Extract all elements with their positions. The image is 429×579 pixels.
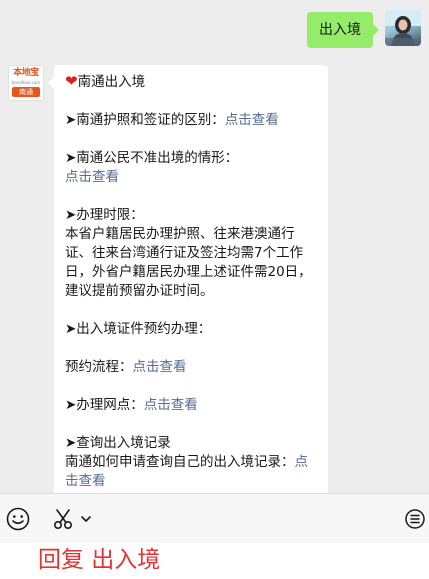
- brand-city: 南通: [12, 87, 40, 97]
- no-exit-item: ➤南通公民不准出境的情形：: [65, 150, 239, 166]
- appointment-item: 预约流程：点击查看: [65, 359, 187, 375]
- no-exit-link[interactable]: 点击查看: [65, 169, 119, 185]
- brand-logo-text: 本地宝: [13, 68, 39, 78]
- appointment-title: ➤出入境证件预约办理：: [65, 321, 212, 337]
- brand-domain: bendibao.com: [11, 80, 41, 85]
- message-title: ❤南通出入境: [65, 72, 146, 90]
- outgoing-bubble[interactable]: 出入境: [307, 12, 379, 48]
- chat-area[interactable]: 出入境 本地宝 bendibao.com 南通 ❤南通出入境 ➤南通护照和签证的…: [0, 0, 429, 493]
- scissors-icon[interactable]: [51, 506, 77, 532]
- user-avatar[interactable]: [385, 10, 421, 46]
- outgoing-message: 出入境: [307, 10, 421, 48]
- emoji-icon[interactable]: [5, 506, 31, 532]
- reply-text: 回复 出入境: [38, 547, 161, 573]
- time-limit-body: 本省户籍居民办理护照、往来港澳通行证、往来台湾通行证及签注均需7个工作日，外省户…: [65, 226, 312, 299]
- record-title: ➤查询出入境记录: [65, 435, 171, 451]
- office-link[interactable]: 点击查看: [144, 397, 198, 413]
- reply-overlay: 回复 出入境: [0, 543, 429, 579]
- office-item: ➤办理网点：点击查看: [65, 397, 198, 413]
- passport-visa-item: ➤南通护照和签证的区别：点击查看: [65, 112, 279, 128]
- chevron-down-icon[interactable]: [78, 506, 94, 532]
- time-limit-title: ➤办理时限：: [65, 207, 144, 223]
- brand-avatar[interactable]: 本地宝 bendibao.com 南通: [8, 65, 44, 101]
- menu-list-icon[interactable]: [404, 506, 426, 532]
- outgoing-text: 出入境: [319, 22, 361, 38]
- input-toolbar: [0, 493, 429, 543]
- passport-visa-link[interactable]: 点击查看: [225, 112, 279, 128]
- record-item: 南通如何申请查询自己的出入境记录：点击查看: [65, 454, 308, 489]
- heart-icon: ❤: [65, 72, 78, 90]
- incoming-message: 本地宝 bendibao.com 南通 ❤南通出入境 ➤南通护照和签证的区别：点…: [8, 65, 328, 493]
- appointment-link[interactable]: 点击查看: [133, 359, 187, 375]
- incoming-bubble: ❤南通出入境 ➤南通护照和签证的区别：点击查看 ➤南通公民不准出境的情形： 点击…: [48, 65, 328, 493]
